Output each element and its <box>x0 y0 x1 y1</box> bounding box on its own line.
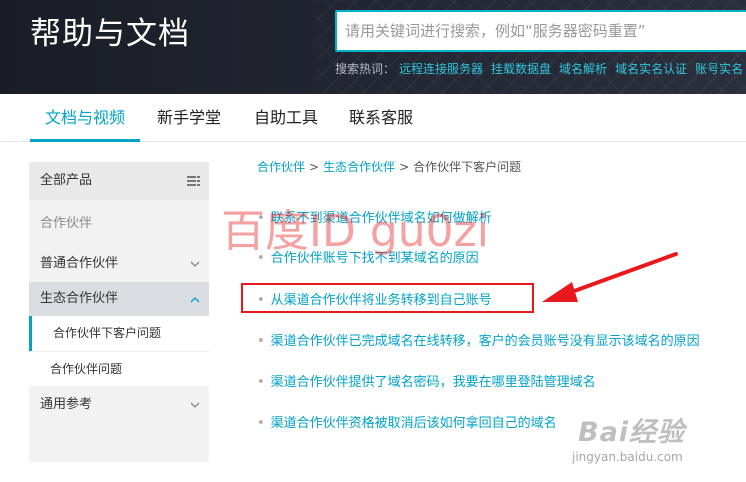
watermark-brand: Bai经验 <box>578 417 686 448</box>
watermark-red-text: 百度ID gu0zi <box>221 206 489 257</box>
watermark-url: jingyan.baidu.com <box>572 450 683 464</box>
watermark-logo: Bai经验 jingyan.baidu.com <box>572 410 724 470</box>
